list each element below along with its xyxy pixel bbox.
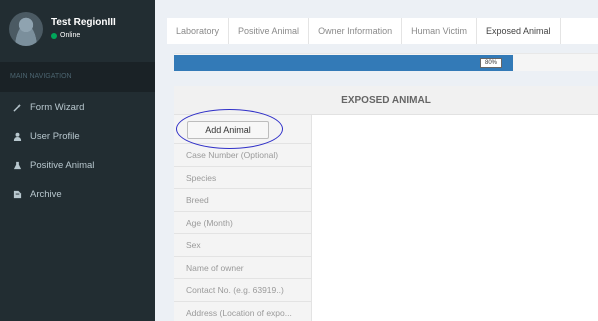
sidebar-item-positive-animal[interactable]: Positive Animal	[0, 151, 155, 180]
sidebar-item-label: User Profile	[30, 131, 80, 142]
sidebar: Test RegionIII Online MAIN NAVIGATION Fo…	[0, 0, 155, 321]
avatar	[9, 12, 43, 46]
sidebar-item-archive[interactable]: Archive	[0, 180, 155, 209]
field-owner-name[interactable]: Name of owner	[174, 257, 311, 279]
exposed-animal-panel: EXPOSED ANIMAL Add Animal Case Number (O…	[174, 86, 598, 321]
progress-track: 80%	[174, 53, 598, 71]
user-icon	[13, 132, 22, 141]
field-case-number[interactable]: Case Number (Optional)	[174, 144, 311, 167]
magic-wand-icon	[13, 103, 22, 112]
panel-title: EXPOSED ANIMAL	[174, 86, 598, 115]
sidebar-item-label: Positive Animal	[30, 160, 95, 171]
archive-icon	[13, 190, 22, 199]
tab-laboratory[interactable]: Laboratory	[167, 18, 230, 44]
wizard-tabs: Laboratory Positive Animal Owner Informa…	[167, 18, 598, 44]
field-contact-no[interactable]: Contact No. (e.g. 63919..)	[174, 279, 311, 302]
tab-exposed-animal[interactable]: Exposed Animal	[477, 18, 561, 44]
flask-icon	[13, 161, 22, 170]
nav-list: Form Wizard User Profile Positive Animal…	[0, 93, 155, 209]
progress-label: 80%	[480, 58, 503, 68]
sidebar-item-form-wizard[interactable]: Form Wizard	[0, 93, 155, 122]
user-status: Online	[60, 32, 81, 39]
field-breed[interactable]: Breed	[174, 189, 311, 212]
online-status-icon	[51, 33, 57, 39]
user-panel: Test RegionIII Online	[0, 0, 155, 60]
main-content: Laboratory Positive Animal Owner Informa…	[155, 0, 598, 321]
sidebar-item-label: Form Wizard	[30, 102, 85, 113]
tab-positive-animal[interactable]: Positive Animal	[229, 18, 310, 44]
tab-owner-information[interactable]: Owner Information	[309, 18, 403, 44]
add-animal-button[interactable]: Add Animal	[187, 121, 269, 139]
field-age[interactable]: Age (Month)	[174, 212, 311, 234]
field-species[interactable]: Species	[174, 167, 311, 189]
field-address[interactable]: Address (Location of expo...	[174, 302, 311, 321]
field-sex[interactable]: Sex	[174, 234, 311, 257]
sidebar-item-label: Archive	[30, 189, 62, 200]
sidebar-item-user-profile[interactable]: User Profile	[0, 122, 155, 151]
nav-header: MAIN NAVIGATION	[0, 62, 155, 92]
tab-human-victim[interactable]: Human Victim	[402, 18, 477, 44]
field-list: Add Animal Case Number (Optional) Specie…	[174, 115, 312, 321]
user-name: Test RegionIII	[51, 17, 116, 28]
progress-bar: 80%	[174, 55, 514, 71]
add-animal-row: Add Animal	[174, 115, 311, 144]
